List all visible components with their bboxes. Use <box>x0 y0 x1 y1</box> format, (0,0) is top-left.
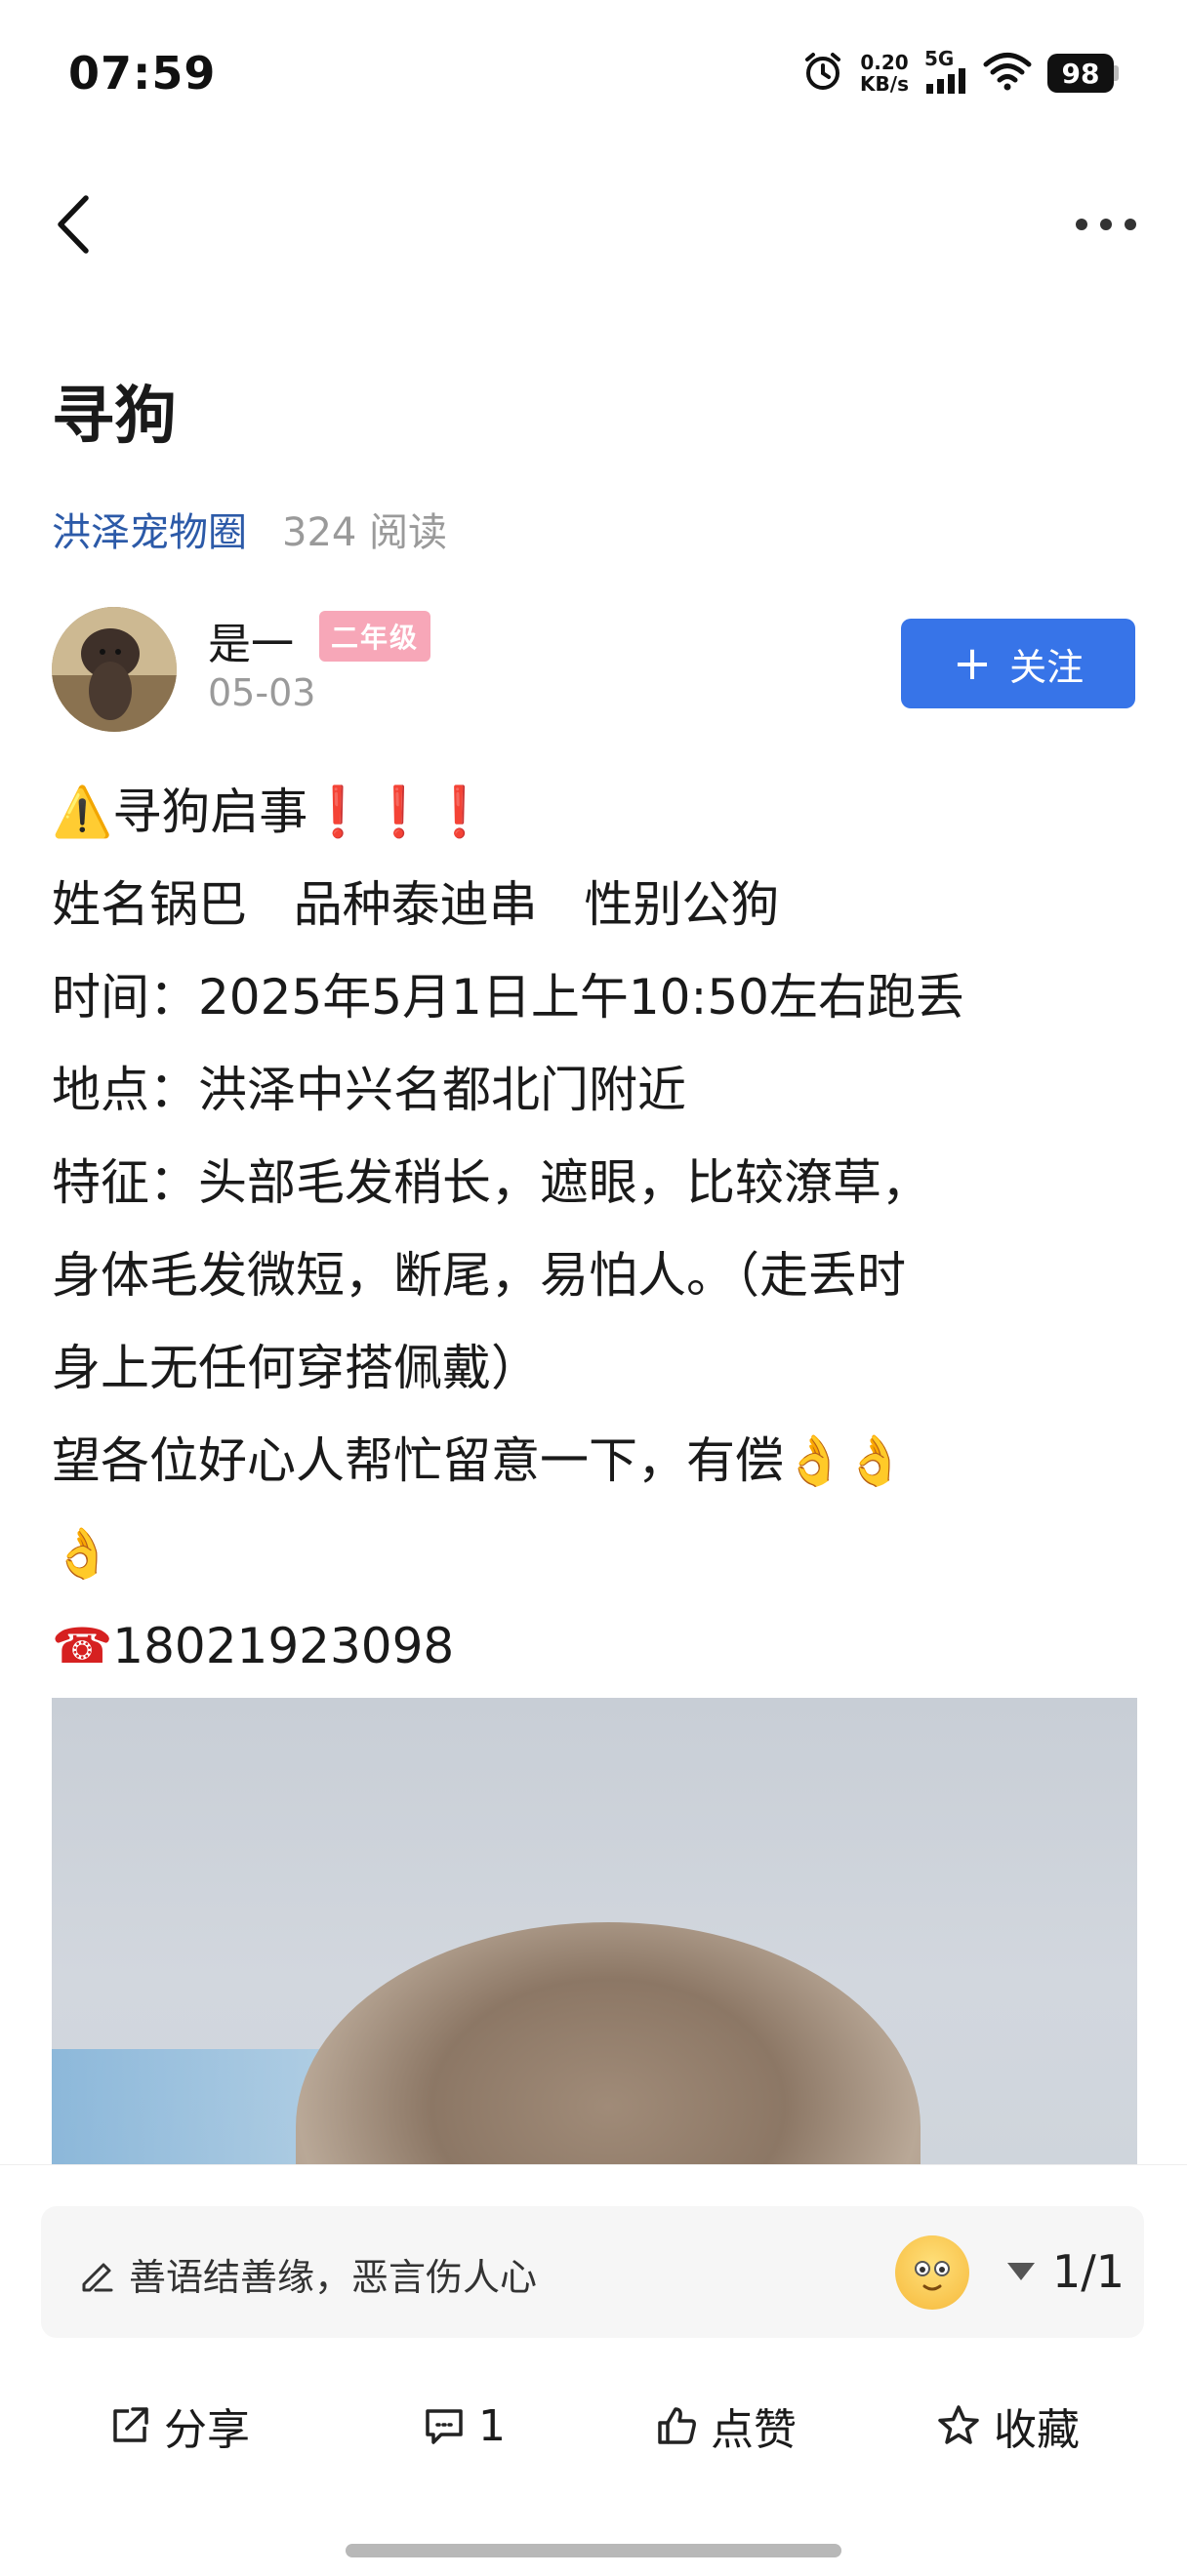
comment-count: 1 <box>478 2400 506 2451</box>
content-heading: 寻狗启事 <box>112 784 308 840</box>
alarm-icon <box>801 50 844 97</box>
post-date: 05-03 <box>208 671 316 714</box>
read-count: 324 阅读 <box>282 510 448 555</box>
content-line-7: 身上无任何穿搭佩戴） <box>52 1340 540 1396</box>
content-line-9: 👌 <box>52 1508 1145 1600</box>
bottom-panel: 善语结善缘，恶言伤人心 1/1 分享 1 点赞 收藏 <box>0 2164 1187 2576</box>
follow-button[interactable]: + 关注 <box>901 619 1135 708</box>
battery-tip <box>1114 65 1119 81</box>
exclamation-icon: ❗ <box>429 784 491 840</box>
telephone-icon: ☎ <box>52 1618 113 1674</box>
avatar-dog-image <box>52 607 177 732</box>
comment-icon <box>426 2409 463 2444</box>
chevron-left-icon <box>58 195 89 254</box>
author-name[interactable]: 是一 <box>208 609 294 671</box>
warning-icon: ⚠️ <box>52 784 113 840</box>
follow-label: 关注 <box>1009 645 1085 689</box>
favorite-button[interactable]: 收藏 <box>935 2372 1080 2479</box>
exclamation-icon: ❗ <box>368 784 430 840</box>
like-label: 点赞 <box>711 2405 797 2455</box>
comment-input[interactable]: 善语结善缘，恶言伤人心 <box>76 2247 537 2301</box>
comment-bar: 善语结善缘，恶言伤人心 1/1 <box>41 2206 1144 2338</box>
content-line-6: 身体毛发微短，断尾，易怕人。（走丢时 <box>52 1247 906 1304</box>
net-speed: 0.20 KB/s <box>860 52 909 95</box>
triangle-down-icon <box>1006 2263 1035 2280</box>
circle-link[interactable]: 洪泽宠物圈 <box>52 501 247 557</box>
post-title: 寻狗 <box>52 381 177 453</box>
ok-hand-icon: 👌 <box>784 1432 845 1489</box>
post-meta: 洪泽宠物圈 324 阅读 <box>52 501 447 557</box>
exclamation-icon: ❗ <box>307 784 369 840</box>
pencil-icon <box>82 2263 113 2291</box>
share-icon <box>113 2407 148 2442</box>
content-line-5: 特征：头部毛发稍长，遮眼，比较潦草， <box>52 1154 930 1211</box>
more-button[interactable] <box>1072 205 1140 244</box>
thumbs-up-icon <box>658 2407 696 2444</box>
signal-icon <box>924 68 967 98</box>
net-speed-value: 0.20 <box>860 51 909 74</box>
status-icons: 0.20 KB/s 5G 98 <box>801 49 1119 98</box>
level-badge: 二年级 <box>319 611 431 662</box>
photo-dog <box>296 1922 921 2166</box>
page-indicator[interactable]: 1/1 <box>1006 2245 1125 2298</box>
network-type: 5G <box>924 47 955 70</box>
ok-hand-icon: 👌 <box>844 1432 906 1489</box>
back-button[interactable] <box>47 190 105 259</box>
content-line-3: 时间：2025年5月1日上午10:50左右跑丢 <box>52 969 964 1026</box>
content-line-1: ⚠️寻狗启事❗❗❗ <box>52 766 1145 859</box>
content-line-8-text: 望各位好心人帮忙留意一下，有偿 <box>52 1432 784 1489</box>
share-label: 分享 <box>164 2405 250 2455</box>
wifi-icon <box>983 52 1032 95</box>
author-row: 是一 二年级 05-03 + 关注 <box>52 607 1135 734</box>
comment-button[interactable]: 1 <box>422 2372 506 2479</box>
post-photo[interactable] <box>52 1698 1137 2166</box>
plus-icon: + <box>952 636 993 691</box>
action-bar: 分享 1 点赞 收藏 <box>0 2372 1187 2479</box>
like-button[interactable]: 点赞 <box>654 2372 797 2479</box>
status-time: 07:59 <box>68 47 217 100</box>
content-line-8: 望各位好心人帮忙留意一下，有偿👌👌 <box>52 1415 1145 1508</box>
comment-placeholder: 善语结善缘，恶言伤人心 <box>129 2256 538 2299</box>
more-icon <box>1076 219 1136 230</box>
content-line-4: 地点：洪泽中兴名都北门附近 <box>52 1062 686 1118</box>
content-phone-line: ☎18021923098 <box>52 1600 1145 1693</box>
home-indicator[interactable] <box>346 2544 841 2557</box>
net-speed-unit: KB/s <box>860 72 909 96</box>
status-bar: 07:59 0.20 KB/s 5G 98 <box>0 0 1187 146</box>
battery-icon: 98 <box>1047 54 1119 93</box>
signal-indicator: 5G <box>924 49 967 98</box>
ok-hand-icon: 👌 <box>52 1525 113 1582</box>
battery-level: 98 <box>1047 54 1114 93</box>
content-line-2: 姓名锅巴 品种泰迪串 性别公狗 <box>52 876 780 933</box>
star-icon <box>938 2405 979 2444</box>
page-indicator-text: 1/1 <box>1051 2245 1125 2298</box>
avatar[interactable] <box>52 607 177 732</box>
post-detail-screen: 07:59 0.20 KB/s 5G 98 寻狗 洪泽宠物圈 324 阅读 是一… <box>0 0 1187 2576</box>
post-content: ⚠️寻狗启事❗❗❗ 姓名锅巴 品种泰迪串 性别公狗 时间：2025年5月1日上午… <box>52 766 1145 1693</box>
phone-number[interactable]: 18021923098 <box>112 1618 454 1674</box>
favorite-label: 收藏 <box>994 2405 1080 2455</box>
emoji-sticker-icon[interactable] <box>895 2235 969 2310</box>
share-button[interactable]: 分享 <box>107 2372 250 2479</box>
